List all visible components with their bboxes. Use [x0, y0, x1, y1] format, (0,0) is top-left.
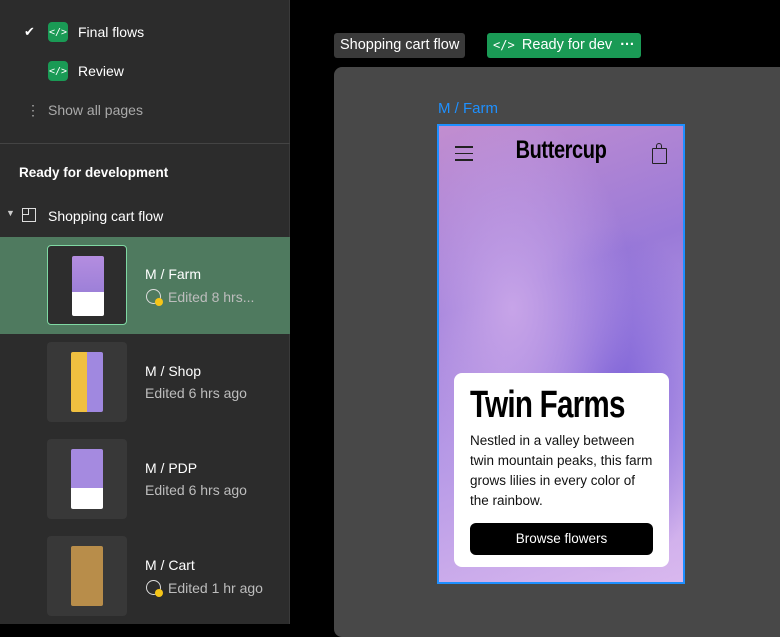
more-icon[interactable]: ···	[620, 37, 635, 53]
frame-row-farm[interactable]: M / Farm Edited 8 hrs...	[0, 237, 290, 334]
card-title: Twin Farms	[470, 384, 625, 426]
card-body: Nestled in a valley between twin mountai…	[470, 433, 653, 508]
page-item-review[interactable]: </> Review	[0, 56, 290, 86]
history-icon	[145, 579, 163, 597]
frame-thumbnail	[47, 245, 127, 325]
checkmark-icon: ✔	[24, 24, 35, 39]
code-icon: </>	[493, 38, 522, 52]
frame-name: M / Cart	[145, 557, 195, 573]
edited-time: Edited 1 hr ago	[168, 580, 263, 596]
sidebar: ✔ </> Final flows </> Review ⋮ Show all …	[0, 0, 290, 624]
frame-thumbnail	[47, 536, 127, 616]
edited-time: Edited 6 hrs ago	[145, 482, 247, 498]
flow-label: Shopping cart flow	[48, 208, 164, 224]
flow-item-shopping-cart[interactable]: ▼ Shopping cart flow	[0, 205, 290, 229]
frame-name: M / Farm	[145, 266, 201, 282]
page-item-final-flows[interactable]: ✔ </> Final flows	[0, 17, 290, 47]
browse-flowers-button[interactable]: Browse flowers	[470, 523, 653, 555]
code-icon: </>	[48, 61, 68, 81]
frame-icon	[22, 208, 36, 222]
show-all-pages-button[interactable]: ⋮ Show all pages	[0, 95, 290, 125]
flow-tag[interactable]: Shopping cart flow	[334, 33, 466, 58]
edited-time: Edited 6 hrs ago	[145, 385, 247, 401]
page-label: Review	[78, 63, 124, 79]
brand-logo: Buttercup	[515, 136, 607, 164]
info-card: Twin Farms Nestled in a valley between t…	[454, 373, 669, 567]
page-label: Final flows	[78, 24, 145, 40]
history-icon	[145, 288, 163, 306]
shopping-bag-icon[interactable]	[652, 143, 667, 164]
frame-name: M / PDP	[145, 460, 198, 476]
phone-frame[interactable]: Buttercup Twin Farms Nestled in a valley…	[437, 124, 685, 584]
show-all-label: Show all pages	[48, 102, 143, 118]
frame-row-pdp[interactable]: M / PDP Edited 6 hrs ago	[0, 431, 290, 528]
frame-thumbnail	[47, 439, 127, 519]
frame-name: M / Shop	[145, 363, 202, 379]
frame-row-shop[interactable]: M / Shop Edited 6 hrs ago	[0, 334, 290, 431]
status-label: Ready for dev	[521, 37, 613, 53]
frame-label[interactable]: M / Farm	[438, 100, 498, 117]
caret-down-icon[interactable]: ▼	[6, 208, 15, 218]
divider	[0, 143, 290, 144]
frame-row-cart[interactable]: M / Cart Edited 1 hr ago	[0, 528, 290, 625]
section-title: Ready for development	[19, 165, 169, 180]
frame-thumbnail	[47, 342, 127, 422]
edited-time: Edited 8 hrs...	[168, 289, 255, 305]
more-vertical-icon: ⋮	[26, 101, 40, 118]
ready-for-dev-tag[interactable]: </> Ready for dev ···	[487, 33, 641, 58]
code-icon: </>	[48, 22, 68, 42]
